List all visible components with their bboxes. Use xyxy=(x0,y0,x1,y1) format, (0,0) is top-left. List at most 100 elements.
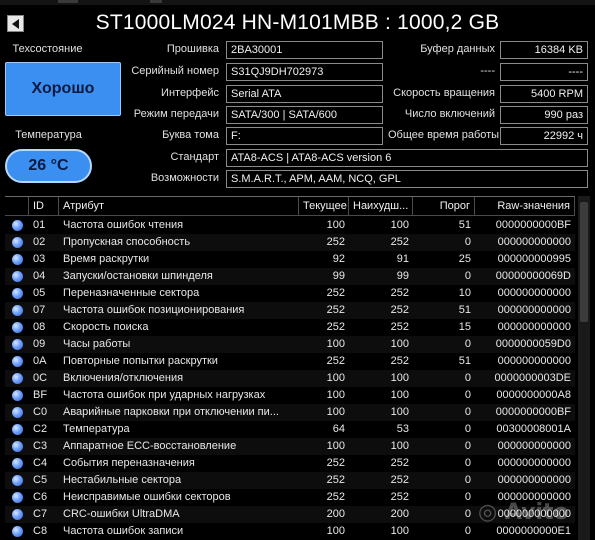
cell-attribute: Температура xyxy=(63,423,130,435)
cell-raw: 0000000059D0 xyxy=(495,338,571,350)
cell-threshold: 0 xyxy=(464,270,471,282)
features-field: S.M.A.R.T., APM, AAM, NCQ, GPL xyxy=(226,170,588,188)
status-dot-icon xyxy=(12,339,23,350)
header-raw[interactable]: Raw-значения xyxy=(475,197,575,216)
rotation-field: 5400 RPM xyxy=(500,85,588,103)
cell-current: 100 xyxy=(326,440,345,452)
table-row[interactable]: 07 Частота ошибок позиционирования 252 252 5… xyxy=(5,302,575,319)
cell-current: 100 xyxy=(326,372,345,384)
table-row[interactable]: C5 Нестабильные сектора 252 252 0 00000000000… xyxy=(5,472,575,489)
cell-attribute: Пропускная способность xyxy=(63,236,191,248)
cell-threshold: 0 xyxy=(464,389,471,401)
cell-attribute: Аварийные парковки при отключении пи... xyxy=(63,406,279,418)
table-scrollbar[interactable] xyxy=(578,196,590,540)
table-row[interactable]: C0 Аварийные парковки при отключении пи..… xyxy=(5,404,575,421)
cell-worst: 100 xyxy=(390,372,409,384)
cell-threshold: 0 xyxy=(464,525,471,537)
cell-raw: 0000000000A8 xyxy=(496,389,571,401)
blank-right-field: ---- xyxy=(500,63,588,81)
cell-threshold: 25 xyxy=(458,253,471,265)
table-row[interactable]: 08 Скорость поиска 252 252 15 000000000000 xyxy=(5,319,575,336)
cell-attribute: Частота ошибок при ударных нагрузках xyxy=(63,389,266,401)
standard-label: Стандарт xyxy=(170,151,219,163)
top-strip xyxy=(0,0,595,5)
table-row[interactable]: 01 Частота ошибок чтения 100 100 51 000000000… xyxy=(5,217,575,234)
cell-raw: 00300008001A xyxy=(496,423,571,435)
cell-attribute: CRC-ошибки UltraDMA xyxy=(63,508,180,520)
status-dot-icon xyxy=(12,288,23,299)
cell-worst: 200 xyxy=(390,508,409,520)
table-row[interactable]: C2 Температура 64 53 0 00300008001A xyxy=(5,421,575,438)
table-row[interactable]: 0C Включения/отключения 100 100 0 0000000003D… xyxy=(5,370,575,387)
table-row[interactable]: BF Частота ошибок при ударных нагрузках 10… xyxy=(5,387,575,404)
cell-attribute: Частота ошибок записи xyxy=(63,525,184,537)
cell-threshold: 0 xyxy=(464,457,471,469)
cell-id: 08 xyxy=(33,321,46,333)
drive-title: ST1000LM024 HN-M101MBB : 1000,2 GB xyxy=(95,11,500,34)
cell-current: 100 xyxy=(326,525,345,537)
table-row[interactable]: 04 Запуски/остановки шпинделя 99 99 0 0000000… xyxy=(5,268,575,285)
cell-raw: 000000000000 xyxy=(497,474,571,486)
interface-field: Serial ATA xyxy=(226,85,383,103)
table-row[interactable]: C8 Частота ошибок записи 100 100 0 0000000000… xyxy=(5,523,575,540)
power-hours-label: Общее время работы xyxy=(388,129,500,141)
cell-threshold: 0 xyxy=(464,338,471,350)
cell-worst: 252 xyxy=(390,304,409,316)
scrollbar-thumb[interactable] xyxy=(580,202,588,322)
cell-worst: 100 xyxy=(390,525,409,537)
cell-worst: 100 xyxy=(390,406,409,418)
cell-current: 100 xyxy=(326,219,345,231)
cell-attribute: Нестабильные сектора xyxy=(63,474,182,486)
table-row[interactable]: 0A Повторные попытки раскрутки 252 252 51 000… xyxy=(5,353,575,370)
tab-indicator xyxy=(150,0,162,3)
transfer-field: SATA/300 | SATA/600 xyxy=(226,106,383,124)
status-dot-icon xyxy=(12,526,23,537)
table-row[interactable]: C4 События переназначения 252 252 0 000000000… xyxy=(5,455,575,472)
cell-attribute: Скорость поиска xyxy=(63,321,149,333)
header-worst[interactable]: Наихудш... xyxy=(349,197,413,216)
interface-label: Интерфейс xyxy=(161,87,219,99)
cell-threshold: 0 xyxy=(464,440,471,452)
cell-id: 03 xyxy=(33,253,46,265)
table-row[interactable]: 03 Время раскрутки 92 91 25 000000000995 xyxy=(5,251,575,268)
power-hours-field: 22992 ч xyxy=(500,127,588,145)
cell-id: C5 xyxy=(33,474,48,486)
status-dot-icon xyxy=(12,407,23,418)
cell-current: 252 xyxy=(326,304,345,316)
cell-raw: 0000000000E1 xyxy=(496,525,571,537)
cell-current: 252 xyxy=(326,474,345,486)
cell-id: C2 xyxy=(33,423,48,435)
status-dot-icon xyxy=(12,305,23,316)
header-status[interactable] xyxy=(5,197,29,216)
health-status-button[interactable]: Хорошо xyxy=(5,62,121,116)
cell-raw: 00000000069D xyxy=(495,270,571,282)
cell-raw: 000000000000 xyxy=(497,355,571,367)
cell-raw: 000000000000 xyxy=(497,287,571,299)
standard-field: ATA8-ACS | ATA8-ACS version 6 xyxy=(226,149,588,167)
header-current[interactable]: Текущее xyxy=(299,197,349,216)
cell-id: C8 xyxy=(33,525,48,537)
table-row[interactable]: C3 Аппаратное ECC-восстановление 100 100 0 00… xyxy=(5,438,575,455)
smart-table[interactable]: ID Атрибут Текущее Наихудш... Порог Raw-… xyxy=(5,196,575,540)
cell-id: 0A xyxy=(33,355,47,367)
status-dot-icon xyxy=(12,424,23,435)
status-dot-icon xyxy=(12,271,23,282)
buffer-label: Буфер данных xyxy=(420,43,495,55)
cell-current: 252 xyxy=(326,491,345,503)
header-threshold[interactable]: Порог xyxy=(413,197,475,216)
header-attribute[interactable]: Атрибут xyxy=(59,197,299,216)
cell-current: 100 xyxy=(326,389,345,401)
status-dot-icon xyxy=(12,492,23,503)
header-id[interactable]: ID xyxy=(29,197,59,216)
table-row[interactable]: 09 Часы работы 100 100 0 0000000059D0 xyxy=(5,336,575,353)
table-row[interactable]: 02 Пропускная способность 252 252 0 000000000… xyxy=(5,234,575,251)
features-label: Возможности xyxy=(150,172,219,184)
health-label: Техсостояние xyxy=(12,43,83,55)
status-dot-icon xyxy=(12,509,23,520)
cell-worst: 91 xyxy=(396,253,409,265)
cell-attribute: Частота ошибок позиционирования xyxy=(63,304,245,316)
power-count-field: 990 раз xyxy=(500,106,588,124)
cell-id: BF xyxy=(33,389,48,401)
table-row[interactable]: 05 Переназначенные сектора 252 252 10 0000000… xyxy=(5,285,575,302)
status-dot-icon xyxy=(12,458,23,469)
